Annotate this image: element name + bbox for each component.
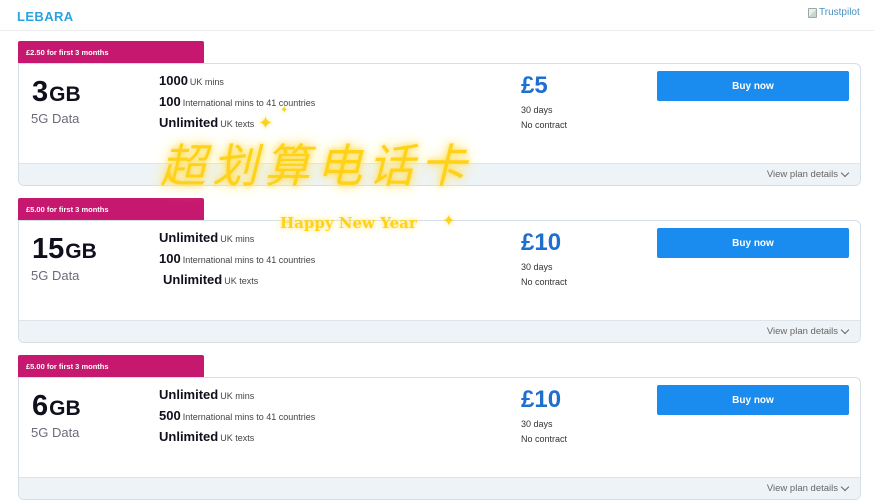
feature-value: 100	[159, 251, 181, 266]
details-bar: View plan details	[19, 320, 860, 342]
chevron-down-icon	[840, 168, 850, 178]
feature-value: Unlimited	[159, 230, 219, 245]
top-bar: LEBARA Trustpilot	[0, 0, 874, 31]
view-plan-details-link[interactable]: View plan details	[766, 168, 850, 180]
feature-uk-texts: Unlimited UK texts	[159, 272, 315, 293]
plan-price: £10	[521, 229, 562, 256]
feature-value: 500	[159, 408, 181, 423]
buy-now-button[interactable]: Buy now	[657, 228, 849, 258]
details-bar: View plan details	[19, 477, 860, 499]
feature-value: Unlimited	[159, 387, 219, 402]
feature-uk-mins: 1000 UK mins	[159, 73, 315, 94]
plan-price: £10	[521, 386, 562, 413]
feature-value: Unlimited	[159, 115, 219, 130]
promo-badge: £5.00 for first 3 months	[18, 355, 204, 377]
data-amount: 6	[32, 390, 49, 422]
feature-intl-mins: 100 International mins to 41 countries	[159, 251, 315, 272]
feature-uk-texts: Unlimited UK texts	[159, 115, 315, 136]
data-amount: 3	[32, 76, 49, 108]
data-amount: 15	[32, 233, 65, 265]
plan-card-3gb: £2.50 for first 3 months 3 GB 5G Data 10…	[18, 41, 861, 186]
buy-now-button[interactable]: Buy now	[657, 71, 849, 101]
feature-uk-mins: Unlimited UK mins	[159, 387, 315, 408]
trustpilot-widget[interactable]: Trustpilot	[808, 7, 860, 18]
feature-intl-mins: 100 International mins to 41 countries	[159, 94, 315, 115]
feature-label: UK texts	[224, 276, 259, 286]
feature-label: International mins to 41 countries	[182, 98, 316, 108]
plan-duration: 30 days	[521, 419, 553, 429]
plan-contract: No contract	[521, 277, 568, 287]
feature-label: UK mins	[220, 391, 255, 401]
plan-contract: No contract	[521, 120, 568, 130]
feature-intl-mins: 500 International mins to 41 countries	[159, 408, 315, 429]
chevron-down-icon	[840, 325, 850, 335]
feature-label: UK mins	[220, 234, 255, 244]
view-plan-details-link[interactable]: View plan details	[766, 325, 850, 337]
feature-list: Unlimited UK mins 100 International mins t…	[159, 230, 315, 293]
data-unit: GB	[65, 240, 97, 263]
buy-now-button[interactable]: Buy now	[657, 385, 849, 415]
data-unit: GB	[49, 397, 81, 420]
feature-label: UK mins	[189, 77, 224, 87]
data-allowance: 3 GB	[32, 76, 81, 109]
feature-label: UK texts	[220, 119, 255, 129]
plan-card-body: 15 GB 5G Data Unlimited UK mins 100 Intern…	[18, 220, 861, 343]
feature-value: 100	[159, 94, 181, 109]
chevron-down-icon	[840, 482, 850, 492]
feature-value: 1000	[159, 73, 188, 88]
plan-card-body: 3 GB 5G Data 1000 UK mins 100 Internationa…	[18, 63, 861, 186]
plan-price: £5	[521, 72, 548, 99]
feature-label: International mins to 41 countries	[182, 255, 316, 265]
plan-duration: 30 days	[521, 262, 553, 272]
plan-card-body: 6 GB 5G Data Unlimited UK mins 500 Interna…	[18, 377, 861, 500]
plan-card-15gb: £5.00 for first 3 months 15 GB 5G Data U…	[18, 198, 861, 343]
view-plan-details-label: View plan details	[766, 169, 838, 180]
details-bar: View plan details	[19, 163, 860, 185]
feature-value: Unlimited	[159, 429, 219, 444]
data-label: 5G Data	[31, 111, 80, 126]
data-allowance: 15 GB	[32, 233, 97, 266]
feature-label: International mins to 41 countries	[182, 412, 316, 422]
broken-image-icon	[808, 7, 817, 18]
feature-uk-texts: Unlimited UK texts	[159, 429, 315, 450]
feature-label: UK texts	[220, 433, 255, 443]
lebara-logo[interactable]: LEBARA	[17, 9, 74, 24]
data-label: 5G Data	[31, 425, 80, 440]
feature-uk-mins: Unlimited UK mins	[159, 230, 315, 251]
promo-badge: £5.00 for first 3 months	[18, 198, 204, 220]
view-plan-details-link[interactable]: View plan details	[766, 482, 850, 494]
plan-card-6gb: £5.00 for first 3 months 6 GB 5G Data Un…	[18, 355, 861, 500]
data-unit: GB	[49, 83, 81, 106]
data-label: 5G Data	[31, 268, 80, 283]
trustpilot-alt-text: Trustpilot	[819, 7, 860, 18]
plan-contract: No contract	[521, 434, 568, 444]
data-allowance: 6 GB	[32, 390, 81, 423]
plan-duration: 30 days	[521, 105, 553, 115]
view-plan-details-label: View plan details	[766, 483, 838, 494]
feature-list: Unlimited UK mins 500 International mins t…	[159, 387, 315, 450]
feature-list: 1000 UK mins 100 International mins to 41 …	[159, 73, 315, 136]
promo-badge: £2.50 for first 3 months	[18, 41, 204, 63]
feature-value: Unlimited	[163, 272, 223, 287]
view-plan-details-label: View plan details	[766, 326, 838, 337]
